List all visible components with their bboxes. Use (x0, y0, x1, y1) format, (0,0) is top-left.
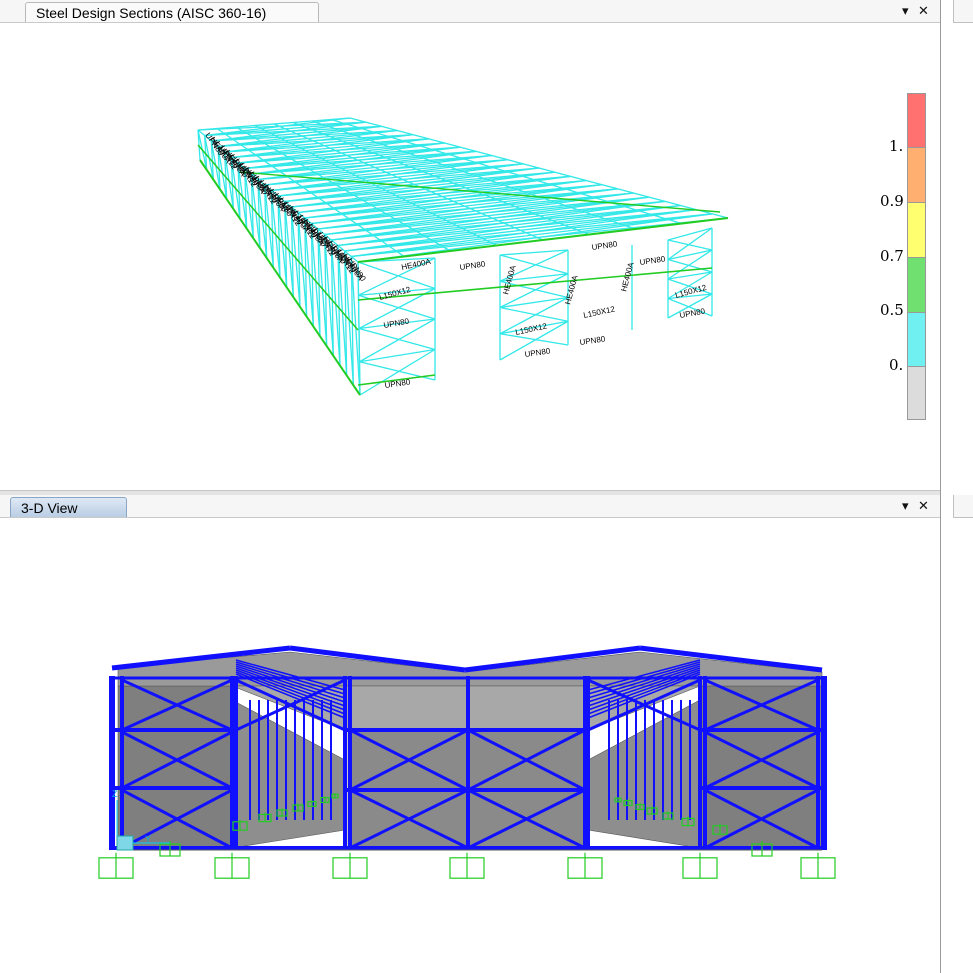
section-label: UPN80 (524, 346, 551, 359)
bottom-tab-bar: 3-D View ▾ ✕ (0, 495, 940, 518)
legend-swatch-gray (907, 366, 926, 420)
tab-steel-design-sections[interactable]: Steel Design Sections (AISC 360-16) (25, 2, 319, 22)
steel-model-viewport[interactable]: UPN80HE400AL150X12UPN80HE400AUPN80L150X1… (0, 22, 860, 490)
legend-swatch-cyan (907, 312, 926, 367)
panel-close-icon[interactable]: ✕ (918, 3, 929, 19)
svg-text:Z: Z (112, 789, 118, 799)
tab-3d-view[interactable]: 3-D View (10, 497, 127, 517)
section-label: L150X12 (378, 285, 412, 302)
section-label: UPN80 (459, 259, 486, 272)
legend-swatch-red (907, 93, 926, 148)
legend-label-1: 1. (889, 137, 904, 155)
top-tab-bar: Steel Design Sections (AISC 360-16) ▾ ✕ (0, 0, 940, 23)
right-panel-strip (941, 0, 973, 973)
section-label: HE400A (563, 274, 580, 306)
section-label: UPN80 (639, 254, 666, 267)
legend-label-0-7: 0.7 (880, 247, 904, 265)
section-label: UPN80 (579, 334, 606, 347)
3d-view-panel: 3-D View ▾ ✕ Z Y (0, 495, 940, 973)
section-label: L150X12 (583, 304, 617, 320)
section-label: UPN80 (591, 239, 618, 252)
svg-text:Y: Y (145, 834, 151, 844)
3d-model-viewport[interactable]: Z Y (0, 517, 940, 973)
legend-swatch-orange (907, 147, 926, 203)
steel-design-panel: Steel Design Sections (AISC 360-16) ▾ ✕ … (0, 0, 940, 490)
panel-close-icon[interactable]: ✕ (918, 498, 929, 514)
legend-swatch-yellow (907, 202, 926, 258)
legend-label-0: 0. (889, 356, 904, 374)
panel-menu-dropdown-icon[interactable]: ▾ (902, 498, 909, 514)
legend-label-0-5: 0.5 (880, 301, 904, 319)
section-label: L150X12 (674, 283, 708, 300)
section-label: UPN80 (679, 307, 707, 320)
panel-menu-dropdown-icon[interactable]: ▾ (902, 3, 909, 19)
section-label: UPN80 (383, 317, 411, 330)
legend-label-0-9: 0.9 (880, 192, 904, 210)
section-label: UPN80 (384, 377, 411, 390)
legend-swatch-green (907, 257, 926, 313)
